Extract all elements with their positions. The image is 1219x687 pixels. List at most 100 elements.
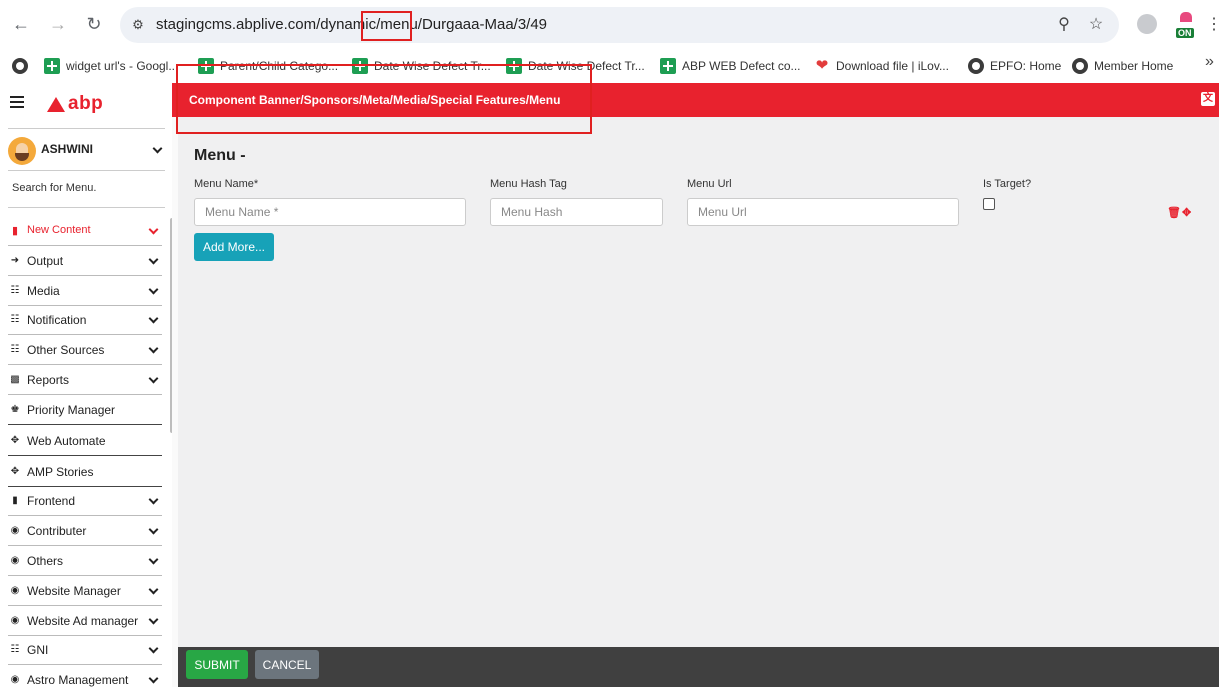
sidebar-item-label: GNI bbox=[27, 643, 49, 657]
forward-icon[interactable]: → bbox=[47, 13, 69, 35]
user-menu[interactable]: ASHWINI bbox=[8, 133, 165, 169]
zoom-icon[interactable]: ⚲ bbox=[1054, 15, 1074, 35]
sidebar-item-media[interactable]: ☷ Media bbox=[8, 277, 162, 306]
sidebar-item-website-ad-manager[interactable]: ◉ Website Ad manager bbox=[8, 607, 162, 636]
globe-icon bbox=[968, 58, 984, 74]
bookmark-item[interactable]: EPFO: Home bbox=[968, 55, 1061, 77]
chevron-down-icon[interactable] bbox=[148, 554, 159, 565]
submit-button[interactable]: SUBMIT bbox=[186, 650, 248, 679]
move-icon: ✥ bbox=[10, 435, 20, 446]
chevron-down-icon[interactable] bbox=[148, 224, 159, 235]
sidebar-item-reports[interactable]: ▩ Reports bbox=[8, 366, 162, 395]
bookmark-item[interactable]: ABP WEB Defect co... bbox=[660, 55, 801, 77]
sheet-icon bbox=[352, 58, 368, 74]
sheet-icon bbox=[660, 58, 676, 74]
bookmark-item[interactable]: Date Wise Defect Tr... bbox=[506, 55, 645, 77]
sitemap-icon: ☷ bbox=[10, 344, 20, 355]
sidebar-item-other-sources[interactable]: ☷ Other Sources bbox=[8, 336, 162, 365]
back-icon[interactable]: ← bbox=[10, 13, 32, 35]
menu-url-input[interactable] bbox=[687, 198, 959, 226]
trash-icon[interactable]: 🗑 bbox=[1167, 206, 1181, 220]
translate-icon[interactable]: 文 bbox=[1201, 92, 1215, 106]
divider bbox=[8, 207, 165, 208]
sidebar-item-website-manager[interactable]: ◉ Website Manager bbox=[8, 577, 162, 606]
chevron-down-icon[interactable] bbox=[148, 643, 159, 654]
chevron-down-icon[interactable] bbox=[148, 524, 159, 535]
chevron-down-icon[interactable] bbox=[152, 143, 163, 154]
sidebar-item-contributer[interactable]: ◉ Contributer bbox=[8, 517, 162, 546]
file-icon: ▮ bbox=[11, 225, 19, 237]
sidebar-item-label: Web Automate bbox=[27, 434, 106, 448]
chevron-down-icon[interactable] bbox=[148, 343, 159, 354]
bookmark-label: Date Wise Defect Tr... bbox=[528, 59, 645, 73]
chevron-down-icon[interactable] bbox=[148, 284, 159, 295]
reload-icon[interactable]: ↻ bbox=[83, 13, 105, 35]
chevron-down-icon[interactable] bbox=[148, 494, 159, 505]
sidebar-item-label: Contributer bbox=[27, 524, 87, 538]
chart-icon: ▩ bbox=[10, 374, 20, 385]
bookmark-item[interactable]: widget url's - Googl... bbox=[12, 55, 28, 77]
chevron-down-icon[interactable] bbox=[148, 373, 159, 384]
sitemap-icon: ☷ bbox=[10, 314, 20, 325]
bookmark-label: Member Home bbox=[1094, 59, 1174, 73]
menu-search-input[interactable]: Search for Menu. bbox=[12, 182, 96, 194]
logo-text: abp bbox=[68, 93, 104, 114]
sidebar-item-priority-manager[interactable]: ♚ Priority Manager bbox=[8, 396, 162, 425]
chevron-down-icon[interactable] bbox=[148, 254, 159, 265]
bookmark-item[interactable]: Parent/Child Catego... bbox=[198, 55, 338, 77]
add-more-button[interactable]: Add More... bbox=[194, 233, 274, 261]
sidebar-item-notification[interactable]: ☷ Notification bbox=[8, 306, 162, 335]
menu-hash-input[interactable] bbox=[490, 198, 663, 226]
extension-icon[interactable] bbox=[1137, 14, 1157, 34]
bookmarks-overflow-icon[interactable]: » bbox=[1205, 53, 1214, 71]
cancel-button[interactable]: CANCEL bbox=[255, 650, 319, 679]
chevron-down-icon[interactable] bbox=[148, 673, 159, 684]
is-target-checkbox[interactable] bbox=[983, 198, 995, 210]
bookmark-item[interactable]: ❤ Download file | iLov... bbox=[814, 55, 949, 77]
menu-hash-label: Menu Hash Tag bbox=[490, 178, 567, 190]
abp-logo-icon bbox=[47, 96, 65, 112]
sidebar-item-new-content[interactable]: ▮ New Content bbox=[8, 217, 162, 246]
url-text[interactable]: stagingcms.abplive.com/dynamic/menu/Durg… bbox=[156, 16, 547, 33]
sidebar-item-gni[interactable]: ☷ GNI bbox=[8, 636, 162, 665]
sitemap-icon: ☷ bbox=[10, 644, 20, 655]
row-actions: 🗑 ✥ bbox=[1167, 206, 1191, 220]
chevron-down-icon[interactable] bbox=[148, 614, 159, 625]
sidebar-item-frontend[interactable]: ▮ Frontend bbox=[8, 487, 162, 516]
chevron-down-icon[interactable] bbox=[148, 584, 159, 595]
circle-icon: ◉ bbox=[10, 585, 20, 596]
address-bar[interactable]: ⚙ stagingcms.abplive.com/dynamic/menu/Du… bbox=[120, 7, 1119, 43]
sidebar-item-label: Others bbox=[27, 554, 64, 568]
bookmark-item[interactable]: Date Wise Defect Tr... bbox=[352, 55, 491, 77]
bookmark-item[interactable]: widget url's - Googl... bbox=[44, 55, 178, 77]
bookmark-star-icon[interactable]: ☆ bbox=[1086, 15, 1106, 35]
globe-icon bbox=[12, 58, 28, 74]
sidebar-item-amp-stories[interactable]: ✥ AMP Stories bbox=[8, 458, 162, 487]
bookmark-label: widget url's - Googl... bbox=[66, 59, 179, 73]
sidebar-item-output[interactable]: ➜ Output bbox=[8, 247, 162, 276]
bookmark-item[interactable]: Member Home bbox=[1072, 55, 1173, 77]
form-footer bbox=[178, 647, 1219, 687]
bookmark-label: Parent/Child Catego... bbox=[220, 59, 339, 73]
sidebar-item-web-automate[interactable]: ✥ Web Automate bbox=[8, 427, 162, 456]
sitemap-icon: ☷ bbox=[10, 285, 20, 296]
avatar bbox=[8, 137, 36, 165]
more-icon[interactable]: ⋮ bbox=[1206, 14, 1219, 34]
sidebar-item-others[interactable]: ◉ Others bbox=[8, 547, 162, 576]
site-settings-icon[interactable]: ⚙ bbox=[130, 17, 146, 33]
sidebar-item-astro-management[interactable]: ◉ Astro Management bbox=[8, 666, 162, 687]
sidebar-item-label: Other Sources bbox=[27, 343, 105, 357]
sidebar-item-label: Reports bbox=[27, 373, 70, 387]
on-extension-icon[interactable]: ON bbox=[1176, 12, 1198, 38]
bookmark-label: Download file | iLov... bbox=[836, 59, 949, 73]
hamburger-icon[interactable] bbox=[10, 96, 24, 108]
sidebar: abp ASHWINI Search for Menu. ▮ New Conte… bbox=[0, 83, 172, 687]
circle-icon: ◉ bbox=[10, 555, 20, 566]
chevron-down-icon[interactable] bbox=[148, 313, 159, 324]
move-icon[interactable]: ✥ bbox=[1182, 206, 1191, 220]
main-content bbox=[178, 117, 1219, 647]
menu-name-input[interactable] bbox=[194, 198, 466, 226]
sidebar-item-label: Media bbox=[27, 284, 60, 298]
sheet-icon bbox=[198, 58, 214, 74]
logo[interactable]: abp bbox=[47, 93, 103, 115]
